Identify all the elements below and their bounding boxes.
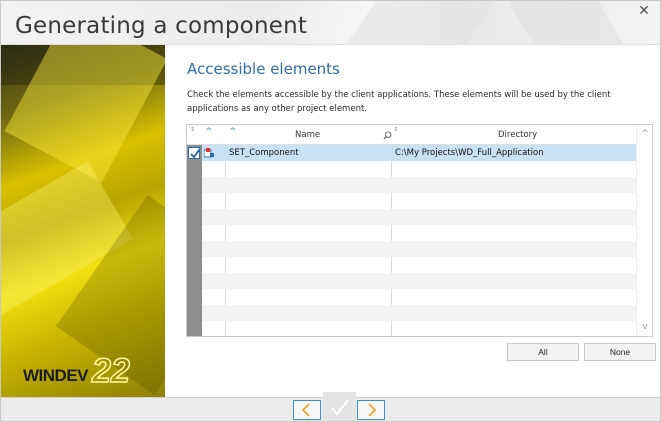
column-sort-icon[interactable]: ⇕ — [393, 126, 398, 133]
logo-version: 22 — [91, 352, 130, 390]
column-sort-icon[interactable]: ⇕ — [190, 126, 195, 133]
wizard-banner: WINDEV 22 — [1, 45, 165, 397]
empty-row — [202, 289, 637, 305]
wizard-content: Accessible elements Check the elements a… — [165, 45, 660, 397]
vertical-scrollbar[interactable]: ^ v — [636, 125, 652, 336]
table-body: SET_Component C:\My Projects\WD_Full_App… — [188, 145, 637, 336]
windev-logo: WINDEV 22 — [23, 350, 131, 390]
checkmark-icon — [331, 399, 349, 416]
empty-row — [202, 241, 637, 257]
sort-ascending-icon[interactable]: ^ — [205, 127, 213, 137]
title-decoration — [345, 1, 497, 45]
component-icon — [204, 148, 214, 158]
sort-ascending-icon[interactable]: ^ — [229, 127, 237, 137]
previous-button[interactable] — [293, 400, 321, 420]
dialog-window: Generating a component ✕ WINDEV 22 Acces… — [0, 0, 661, 422]
empty-row — [202, 321, 637, 336]
logo-text: WINDEV — [23, 366, 89, 385]
finish-button[interactable] — [323, 392, 356, 421]
row-checkbox[interactable] — [188, 147, 200, 159]
title-bar: Generating a component ✕ — [1, 1, 660, 45]
empty-row — [202, 193, 637, 209]
empty-row — [202, 273, 637, 289]
scroll-down-icon[interactable]: v — [640, 322, 650, 332]
cell-directory: C:\My Projects\WD_Full_Application — [395, 148, 544, 158]
search-icon[interactable] — [383, 131, 392, 140]
empty-row — [202, 209, 637, 225]
empty-row — [202, 177, 637, 193]
row-selector-column — [187, 145, 202, 336]
next-button[interactable] — [357, 400, 385, 420]
empty-row — [202, 161, 637, 177]
table-header: ⇕ ^ ^ Name ⇕ Directory — [187, 125, 652, 145]
empty-row — [202, 257, 637, 273]
empty-row — [202, 225, 637, 241]
dialog-title: Generating a component — [15, 13, 308, 39]
column-header-directory[interactable]: Directory — [498, 125, 537, 145]
empty-row — [202, 305, 637, 321]
chevron-right-icon — [368, 403, 377, 417]
section-title: Accessible elements — [187, 60, 340, 78]
checkmark-icon — [190, 149, 200, 159]
select-none-button[interactable]: None — [584, 343, 656, 361]
close-icon[interactable]: ✕ — [636, 3, 652, 19]
section-description: Check the elements accessible by the cli… — [187, 90, 611, 114]
cell-name: SET_Component — [229, 148, 299, 158]
column-header-name[interactable]: Name — [295, 125, 320, 145]
elements-table: ⇕ ^ ^ Name ⇕ Directory SET_Component C:\… — [186, 124, 653, 337]
select-all-button[interactable]: All — [507, 343, 579, 361]
chevron-left-icon — [301, 403, 310, 417]
table-row[interactable]: SET_Component C:\My Projects\WD_Full_App… — [188, 145, 637, 161]
scroll-up-icon[interactable]: ^ — [640, 129, 650, 139]
title-decoration — [508, 1, 624, 45]
